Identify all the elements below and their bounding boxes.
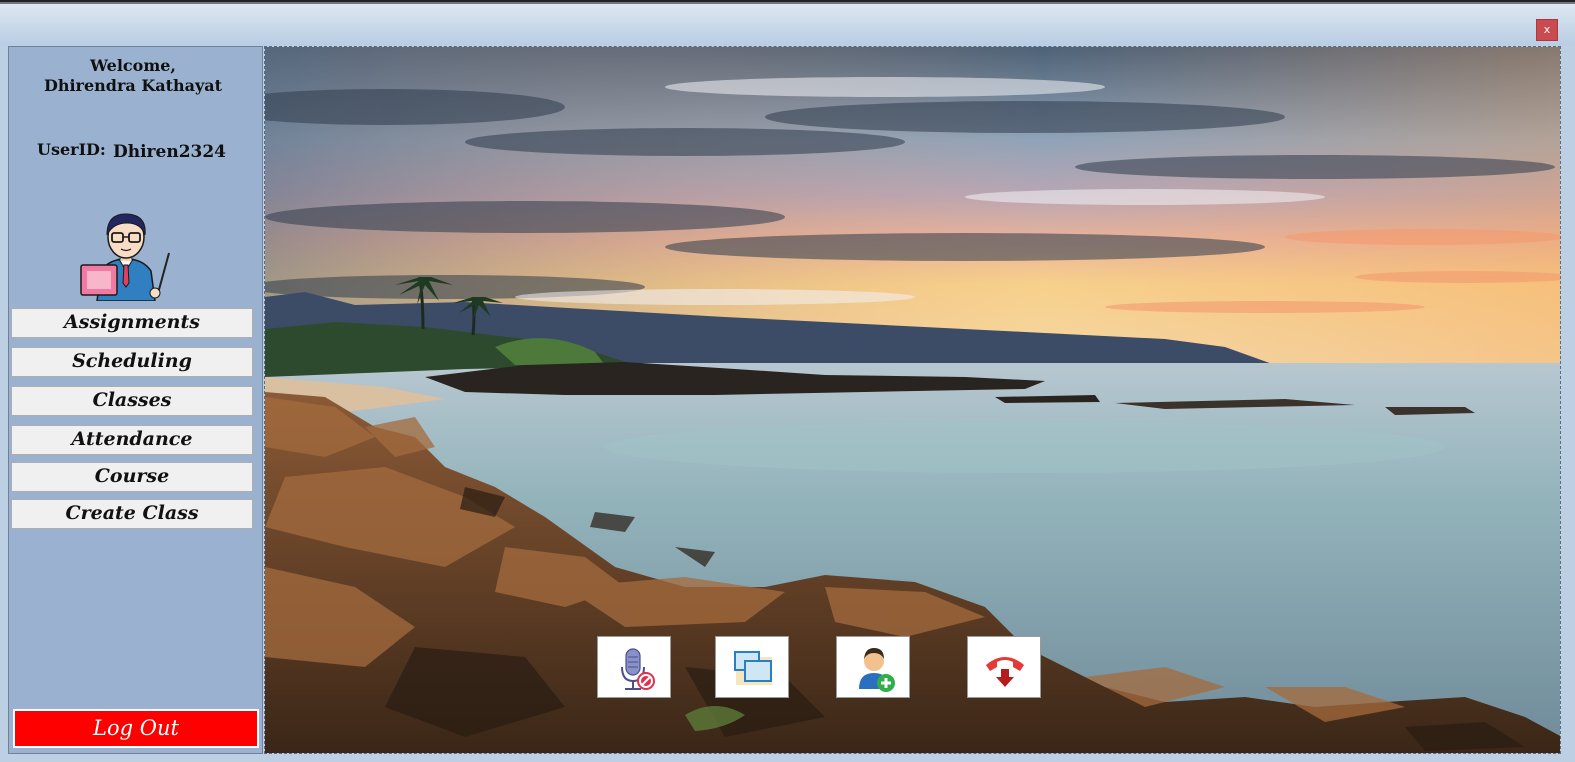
- nav-button-create-class[interactable]: Create Class: [11, 499, 253, 529]
- share-screen-icon: [734, 651, 772, 685]
- background-landscape-image: [264, 46, 1561, 754]
- add-participant-icon: [859, 648, 895, 692]
- teacher-avatar-icon: [79, 209, 173, 302]
- userid-label: UserID:: [37, 140, 106, 159]
- nav-button-scheduling[interactable]: Scheduling: [11, 347, 253, 377]
- nav-button-course[interactable]: Course: [11, 462, 253, 492]
- end-call-button[interactable]: [967, 636, 1041, 698]
- logout-button[interactable]: Log Out: [13, 709, 259, 748]
- mute-microphone-button[interactable]: [597, 636, 671, 698]
- sidebar: Welcome, Dhirendra Kathayat UserID: Dhir…: [8, 46, 263, 754]
- nav-button-attendance[interactable]: Attendance: [11, 425, 253, 455]
- nav-button-assignments[interactable]: Assignments: [11, 308, 253, 338]
- welcome-message: Welcome, Dhirendra Kathayat: [9, 56, 257, 96]
- userid-value: Dhiren2324: [113, 142, 227, 162]
- title-bar: [0, 7, 1575, 45]
- end-call-icon: [986, 657, 1024, 687]
- welcome-greeting: Welcome,: [89, 56, 176, 75]
- add-participant-button[interactable]: [836, 636, 910, 698]
- welcome-user-name: Dhirendra Kathayat: [43, 76, 223, 95]
- window-top-border: [0, 0, 1575, 7]
- nav-button-classes[interactable]: Classes: [11, 386, 253, 416]
- mute-microphone-icon: [621, 648, 655, 690]
- close-button[interactable]: x: [1536, 19, 1558, 41]
- share-screen-button[interactable]: [715, 636, 789, 698]
